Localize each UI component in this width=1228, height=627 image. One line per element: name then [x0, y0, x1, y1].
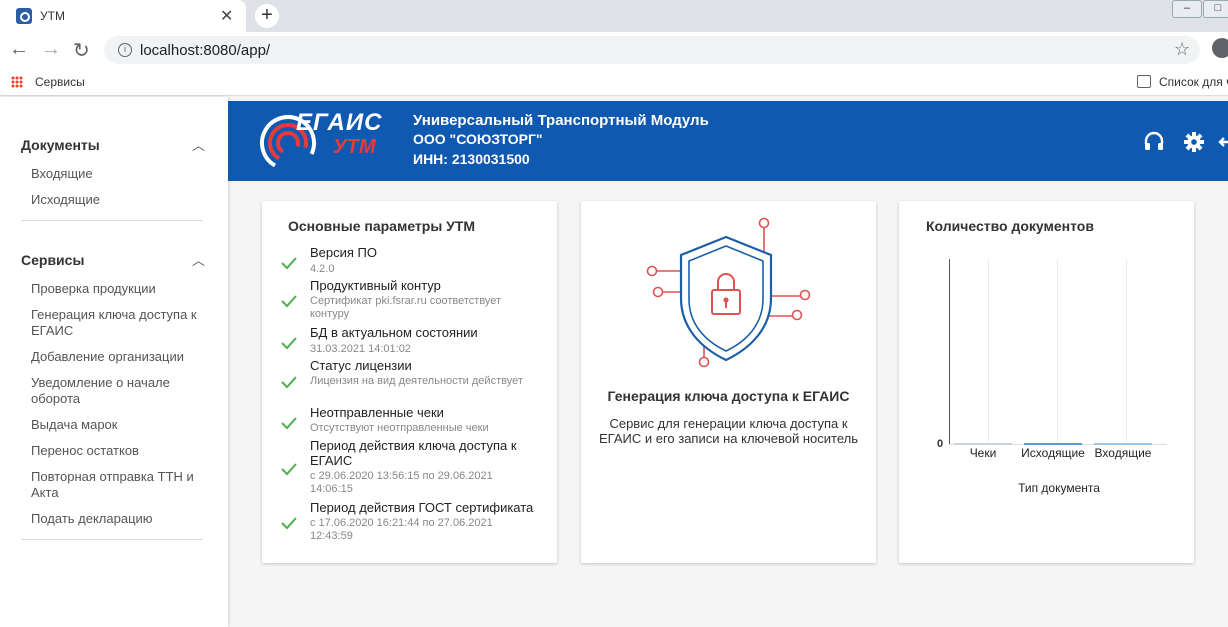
param-label: БД в актуальном состоянии	[310, 325, 478, 340]
param-label: Период действия ГОСТ сертификата	[310, 500, 534, 515]
sidebar-item-key-generation[interactable]: Генерация ключа доступа к ЕГАИС	[31, 307, 206, 339]
key-card-title: Генерация ключа доступа к ЕГАИС	[607, 388, 850, 404]
param-value: с 29.06.2020 13:56:15 по 29.06.2021 14:0…	[310, 470, 493, 495]
key-card-description: Сервис для генерации ключа доступа к ЕГА…	[598, 416, 859, 446]
sidebar-item-stamps[interactable]: Выдача марок	[31, 417, 206, 433]
tab-title: УТМ	[40, 9, 65, 23]
param-label: Продуктивный контур	[310, 278, 441, 293]
sidebar-item-add-organization[interactable]: Добавление организации	[31, 349, 206, 365]
chart-x-tick-2: Входящие	[1094, 446, 1152, 460]
check-icon	[281, 295, 297, 308]
chart-x-tick-1: Исходящие	[1021, 446, 1085, 460]
param-value: с 17.06.2020 16:21:44 по 27.06.2021 12:4…	[310, 517, 493, 542]
chevron-up-icon[interactable]: ︿	[192, 135, 205, 154]
page-title: Универсальный Транспортный Модуль	[413, 112, 709, 129]
browser-tab[interactable]: УТМ ✕	[0, 0, 246, 32]
param-value: 4.2.0	[310, 263, 335, 275]
gear-icon[interactable]	[1183, 131, 1205, 153]
chart-y-tick: 0	[937, 438, 944, 450]
sidebar-item-transfer-balance[interactable]: Перенос остатков	[31, 443, 206, 459]
minimize-button[interactable]: –	[1172, 0, 1202, 18]
param-label: Неотправленные чеки	[310, 405, 444, 420]
sidebar: Документы ︿ Входящие Исходящие Сервисы ︿…	[0, 97, 228, 627]
bookmark-star-icon[interactable]: ☆	[1174, 39, 1190, 60]
reading-list-button[interactable]: Список для ч	[1159, 75, 1228, 89]
new-tab-button[interactable]: +	[255, 4, 279, 28]
logo-text-egais: ЕГАИС	[296, 109, 383, 136]
logo-text-utm: УТМ	[333, 136, 376, 158]
sidebar-section-documents[interactable]: Документы	[21, 137, 100, 153]
organization-inn: ИНН: 2130031500	[413, 151, 530, 167]
sidebar-item-product-check[interactable]: Проверка продукции	[31, 281, 206, 297]
url-input[interactable]: i localhost:8080/app/ ☆	[104, 36, 1200, 64]
param-label: Статус лицензии	[310, 358, 412, 373]
documents-count-card: Количество документов 0 Чеки Исходящие Вхо…	[899, 201, 1194, 563]
param-label: Версия ПО	[310, 245, 377, 260]
param-value: Отсутствуют неотправленные чеки	[310, 422, 489, 434]
browser-tab-bar: УТМ ✕ + – □	[0, 0, 1228, 32]
params-card: Основные параметры УТМ Версия ПО 4.2.0 П…	[262, 201, 557, 563]
sidebar-item-resend-ttn[interactable]: Повторная отправка ТТН и Акта	[31, 469, 206, 501]
param-value: 31.03.2021 14:01:02	[310, 343, 411, 355]
chart-bar-1[interactable]	[1024, 443, 1082, 445]
chart-y-axis	[949, 259, 950, 445]
sidebar-item-incoming[interactable]: Входящие	[31, 166, 206, 182]
chart-gridline	[988, 259, 989, 445]
logout-arrow-icon[interactable]	[1218, 133, 1228, 151]
url-text: localhost:8080/app/	[140, 42, 271, 59]
favicon-icon	[16, 8, 32, 24]
check-icon	[281, 257, 297, 270]
bookmarks-bar: Сервисы Список для ч	[0, 68, 1228, 96]
address-bar: ← → ↻ i localhost:8080/app/ ☆	[0, 32, 1228, 68]
back-arrow-icon[interactable]: ←	[9, 38, 29, 61]
reading-list-icon[interactable]	[1137, 75, 1151, 88]
profile-avatar-icon[interactable]	[1212, 38, 1228, 58]
documents-card-title: Количество документов	[926, 218, 1094, 234]
shield-lock-icon	[646, 217, 811, 368]
chart-bar-0[interactable]	[954, 443, 1012, 445]
headset-icon[interactable]	[1143, 131, 1165, 153]
sidebar-section-services[interactable]: Сервисы	[21, 252, 84, 268]
sidebar-item-circulation-notice[interactable]: Уведомление о начале оборота	[31, 375, 206, 407]
param-value: Лицензия на вид деятельности действует	[310, 375, 523, 387]
maximize-button[interactable]: □	[1203, 0, 1228, 18]
bookmark-apps[interactable]: Сервисы	[35, 75, 85, 89]
app-header: ЕГАИС УТМ Универсальный Транспортный Мод…	[228, 101, 1228, 181]
apps-grid-icon[interactable]	[11, 76, 23, 88]
reload-icon[interactable]: ↻	[73, 38, 90, 63]
chart-gridline	[1126, 259, 1127, 445]
organization-name: ООО "СОЮЗТОРГ"	[413, 131, 543, 147]
param-value: Сертификат pki.fsrar.ru соответствует ко…	[310, 295, 502, 320]
check-icon	[281, 463, 297, 476]
chart-x-tick-0: Чеки	[969, 446, 997, 460]
site-info-icon[interactable]: i	[118, 43, 132, 57]
chart-x-label: Тип документа	[1018, 481, 1100, 495]
check-icon	[281, 337, 297, 350]
tab-close-icon[interactable]: ✕	[220, 6, 233, 26]
param-label: Период действия ключа доступа к ЕГАИС	[310, 438, 517, 468]
chart-bar-2[interactable]	[1094, 443, 1152, 445]
sidebar-item-outgoing[interactable]: Исходящие	[31, 192, 206, 208]
sidebar-divider	[21, 539, 203, 540]
sidebar-divider	[21, 220, 203, 221]
key-generation-card[interactable]: Генерация ключа доступа к ЕГАИС Сервис д…	[581, 201, 876, 563]
params-card-title: Основные параметры УТМ	[288, 218, 476, 234]
check-icon	[281, 417, 297, 430]
check-icon	[281, 517, 297, 530]
sidebar-item-declaration[interactable]: Подать декларацию	[31, 511, 206, 527]
chevron-up-icon[interactable]: ︿	[192, 250, 205, 269]
check-icon	[281, 376, 297, 389]
forward-arrow-icon[interactable]: →	[41, 38, 61, 61]
chart-gridline	[1057, 259, 1058, 445]
